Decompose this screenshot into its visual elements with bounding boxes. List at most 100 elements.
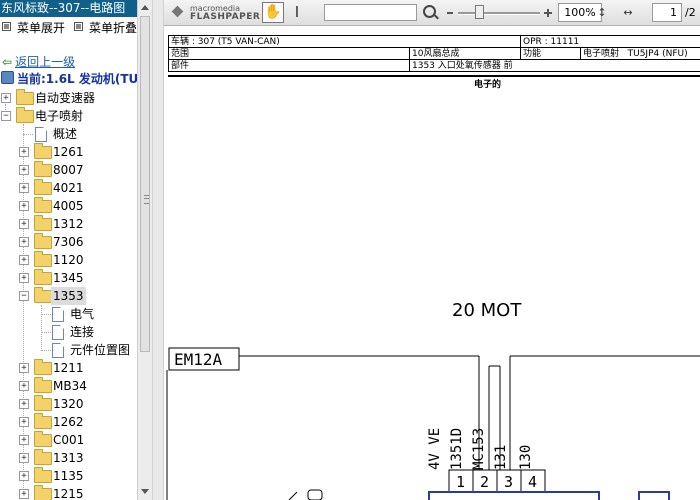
search-icon[interactable] [423,5,436,18]
connector-body [638,491,670,500]
tree-item-folder[interactable]: + 4021 [0,179,137,197]
tree-item-folder[interactable]: + 1120 [0,251,137,269]
collapse-menu-label: 菜单折叠 [89,21,137,35]
expand-toggle[interactable]: + [19,453,29,463]
scroll-up-icon[interactable] [141,5,149,10]
expand-toggle[interactable]: + [19,363,29,373]
expand-toggle[interactable]: + [19,273,29,283]
component-shape [288,491,298,500]
panel-splitter[interactable] [152,0,164,500]
tree-item-folder[interactable]: + 4005 [0,197,137,215]
tree-item-label: 1211 [53,361,84,375]
scope-label: 范围 [168,47,410,60]
expand-toggle[interactable]: + [19,219,29,229]
expand-toggle[interactable]: + [19,237,29,247]
text-cursor-icon: I [294,3,300,21]
page-total: /2 [685,6,696,19]
wire-label: 1351D [449,428,465,470]
tree-item-folder[interactable]: + 1320 [0,395,137,413]
app-title: 东风标致--307--电路图 [0,0,137,17]
tree-item-label: 电子喷射 [35,109,84,123]
expand-menu-label: 菜单展开 [17,21,66,35]
page-number-input[interactable]: 1 [652,3,682,22]
search-input[interactable] [324,4,417,21]
expand-toggle[interactable]: + [19,147,29,157]
folder-icon [34,485,52,500]
tree-item-label: 1215 [53,487,84,500]
part-value: 1353 入口处氧传感器 前 [409,59,700,72]
folder-icon [34,197,52,213]
tree-item-label: 1353 [51,287,86,305]
tree-item-folder[interactable]: + 1211 [0,359,137,377]
expand-toggle[interactable]: + [19,417,29,427]
zoom-slider[interactable] [458,12,540,15]
macromedia-logo-icon [171,5,184,18]
connector-label: EM12A [174,350,223,369]
tree-item-folder[interactable]: + 1215 [0,485,137,500]
collapse-toggle[interactable]: − [1,111,11,121]
folder-icon [34,449,52,465]
folder-open-icon [34,287,52,303]
text-select-tool[interactable]: I [290,3,304,22]
folder-icon [34,179,52,195]
tree-item-component-location[interactable]: 元件位置图 [0,341,137,359]
tree-item-folder[interactable]: + MB34 [0,377,137,395]
tree-item-overview[interactable]: 概述 [0,125,137,143]
collapse-toggle[interactable]: − [19,291,29,301]
wire-label: 130 [518,445,534,470]
current-location-label: 当前:1.6L 发动机(TU [17,72,137,86]
tree-item-label: 1120 [53,253,84,267]
expand-toggle[interactable]: + [19,201,29,211]
tree-item-electrical[interactable]: 电气 [0,305,137,323]
document-icon [52,307,64,322]
computer-icon [1,71,14,84]
fit-height-button[interactable]: ↕ [595,5,609,21]
zoom-slider-thumb[interactable] [474,5,484,19]
expand-toggle[interactable]: + [19,183,29,193]
hand-tool-button[interactable]: ✋ [262,2,284,23]
expand-toggle[interactable]: + [1,93,11,103]
expand-toggle[interactable]: + [19,165,29,175]
expand-toggle[interactable]: + [19,399,29,409]
tree-item-label: 1320 [53,397,84,411]
back-link[interactable]: ⇦ 返回上一级 [2,54,75,70]
back-link-label: 返回上一级 [15,55,76,69]
scroll-thumb[interactable] [140,16,150,352]
collapse-menu-button[interactable]: 菜单折叠 [74,20,137,36]
tree-item-folder[interactable]: + C001 [0,431,137,449]
folder-icon [34,215,52,231]
wire-label: 131 [493,445,509,470]
tree-item-efi[interactable]: − 电子喷射 [0,107,137,125]
tree-item-folder[interactable]: + 1313 [0,449,137,467]
document-icon [35,127,47,142]
tree-item-connection[interactable]: 连接 [0,323,137,341]
expand-toggle[interactable]: + [19,489,29,499]
tree-item-folder[interactable]: + 8007 [0,161,137,179]
zoom-out-icon[interactable] [447,12,453,14]
zoom-in-icon[interactable] [544,9,552,17]
tree-item-folder[interactable]: + 1261 [0,143,137,161]
fit-width-icon: ↔ [623,6,633,19]
expand-toggle[interactable]: + [19,255,29,265]
tree-item-auto-transmission[interactable]: + 自动变速器 [0,89,137,107]
tree-item-folder[interactable]: + 7306 [0,233,137,251]
navigation-panel: 东风标致--307--电路图 菜单展开 菜单折叠 ⇦ 返回上一级 当前:1.6L … [0,0,137,500]
expand-toggle[interactable]: + [19,471,29,481]
tree-scrollbar[interactable] [137,0,152,500]
scroll-down-icon[interactable] [141,489,149,494]
viewer-toolbar: macromedia FLASHPAPER ✋ I 100% ↕ ↔ 1 /2 [164,0,700,26]
tree-item-folder[interactable]: + 1262 [0,413,137,431]
expand-toggle[interactable]: + [19,381,29,391]
expand-toggle[interactable]: + [19,435,29,445]
current-location: 当前:1.6L 发动机(TU [1,71,137,87]
tree-item-folder[interactable]: + 1345 [0,269,137,287]
tree-item-label: 4005 [53,199,84,213]
tree-item-folder-selected[interactable]: − 1353 [0,287,137,305]
tree-item-folder[interactable]: + 1135 [0,467,137,485]
wire-label: MC153 [471,428,487,470]
tree-item-label: 1345 [53,271,84,285]
tree-item-folder[interactable]: + 1312 [0,215,137,233]
expand-menu-button[interactable]: 菜单展开 [2,20,65,36]
fit-width-button[interactable]: ↔ [620,5,636,21]
folder-icon [34,251,52,267]
